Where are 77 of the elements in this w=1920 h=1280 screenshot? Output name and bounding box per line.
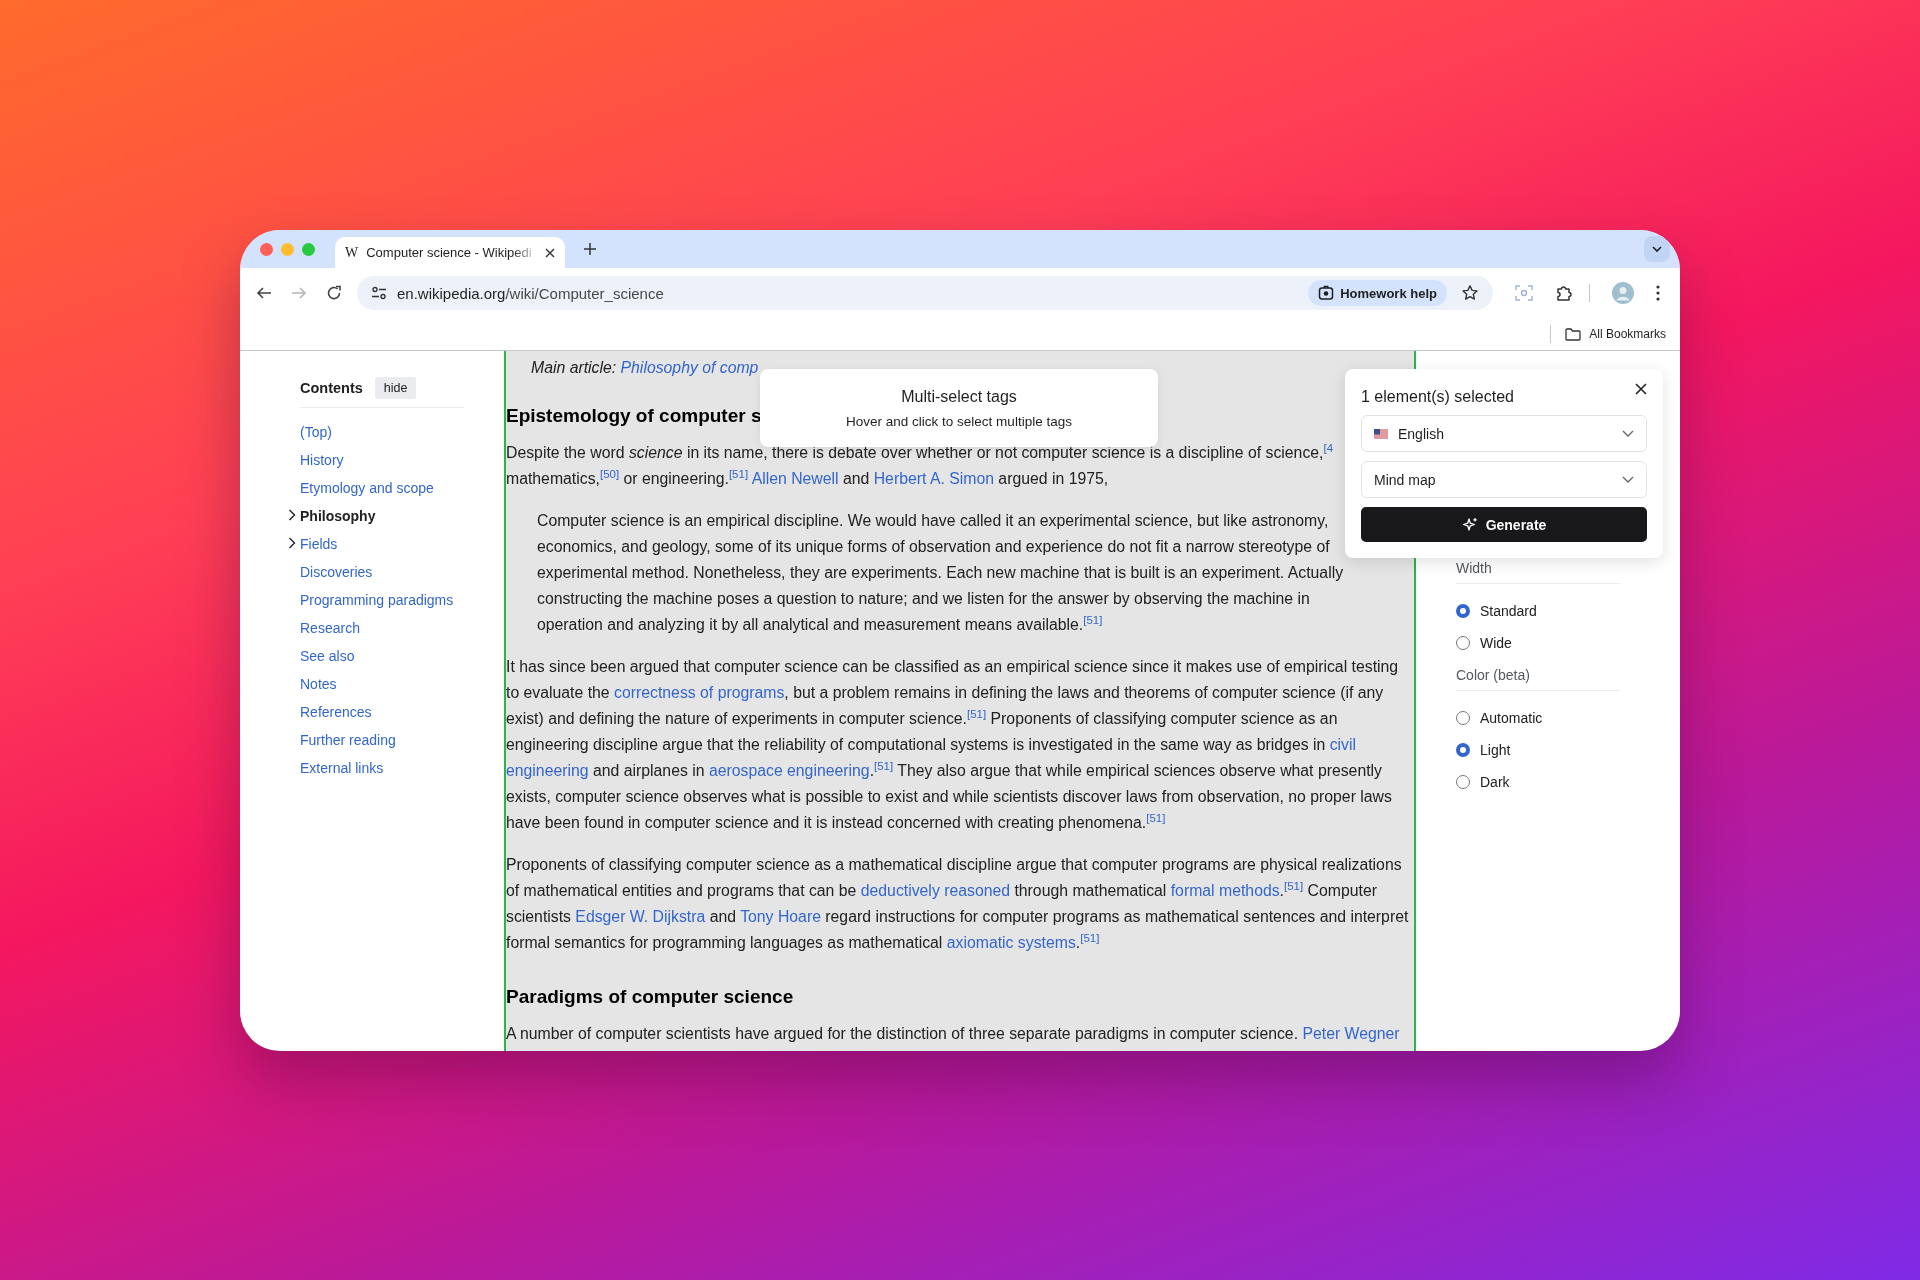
link[interactable]: deductively reasoned <box>860 882 1011 899</box>
link[interactable]: Tony Hoare <box>740 908 821 925</box>
radio-option[interactable]: Wide <box>1456 627 1680 659</box>
close-icon[interactable] <box>1635 383 1647 395</box>
link[interactable]: correctness of programs <box>614 684 785 701</box>
homework-help-button[interactable]: Homework help <box>1308 280 1447 306</box>
chevron-right-icon[interactable] <box>288 537 296 549</box>
paragraph: It has since been argued that computer science can be classified as an empirical science since it makes use of empirical testing to evaluate the correctness of programs, but a problem remains in defining the laws and theorems of computer science (if any exist) and defining the nature of experiments in computer science.$^{[51]}$ Proponents of classifying computer science as an engineering discipline argue that the reliability of computational systems is investigated in the same way as bridges in civil engineering and airplanes in aerospace engineering.$^{[51]}$ They also argue that while empirical sciences observe what presently exists, computer science observes what is possible to exist and while scientists discover laws from observation, no proper laws have been found in computer science and it is instead concerned with creating phenomena.$^{[51]}$ <box>506 657 1400 833</box>
tooltip-text: Hover and click to select multiple tags <box>846 413 1072 429</box>
contents-heading: Contents <box>300 380 363 396</box>
reload-icon[interactable] <box>326 285 342 301</box>
toc-link[interactable]: Etymology and scope <box>300 480 434 496</box>
chevron-down-icon <box>1622 430 1634 437</box>
toc-link[interactable]: See also <box>300 648 355 664</box>
language-dropdown[interactable]: English <box>1361 415 1647 452</box>
radio-button[interactable] <box>1456 636 1470 650</box>
link[interactable]: Philosophy of comp <box>620 359 759 376</box>
link[interactable]: formal methods <box>1170 882 1280 899</box>
site-settings-icon[interactable] <box>371 286 387 300</box>
back-arrow-icon[interactable] <box>256 285 272 301</box>
radio-button[interactable] <box>1456 711 1470 725</box>
tooltip-title: Multi-select tags <box>901 387 1017 406</box>
flag-icon <box>1374 428 1388 439</box>
paragraph: Proponents of classifying computer science as a mathematical discipline argue that computer programs are physical realizations of mathematical entities and programs that can be deductively reasoned through mathematical formal methods.$^{[51]}$ Computer scientists Edsger W. Dijkstra and Tony Hoare regard instructions for computer programs as mathematical sentences and interpret formal semantics for programming languages as mathematical axiomatic systems.$^{[51]}$ <box>506 855 1410 953</box>
toc-link[interactable]: External links <box>300 760 384 776</box>
link[interactable]: aerospace engineering <box>708 762 870 779</box>
section-heading: Paradigms of computer science <box>506 985 794 1009</box>
radio-option[interactable]: Standard <box>1456 595 1680 627</box>
section-heading: Epistemology of computer s <box>506 404 762 428</box>
sparkle-icon <box>1461 516 1478 533</box>
chevron-down-icon[interactable] <box>1644 236 1670 262</box>
radio-button[interactable] <box>1456 743 1470 757</box>
bookmark-star-icon[interactable] <box>1461 284 1479 302</box>
setting-group-heading: Width <box>1456 560 1620 584</box>
link[interactable]: Allen Newell <box>751 470 839 487</box>
close-icon[interactable] <box>545 247 555 258</box>
chevron-down-icon <box>1622 476 1634 483</box>
toc-link[interactable]: Philosophy <box>300 508 376 524</box>
link[interactable]: Peter Wegner <box>1302 1025 1400 1042</box>
toc-link[interactable]: (Top) <box>300 424 332 440</box>
setting-group-heading: Color (beta) <box>1456 667 1620 691</box>
tab-title: Computer science - Wikipedi <box>366 245 533 260</box>
all-bookmarks-button[interactable]: All Bookmarks <box>1565 327 1666 341</box>
link[interactable]: axiomatic systems <box>946 934 1076 951</box>
camera-icon <box>1318 285 1335 301</box>
toc-link[interactable]: Further reading <box>300 732 396 748</box>
favicon-icon: W <box>345 244 359 261</box>
radio-button[interactable] <box>1456 604 1470 618</box>
toc-link[interactable]: Research <box>300 620 360 636</box>
browser-tab[interactable]: W Computer science - Wikipedi <box>335 237 565 268</box>
folder-icon <box>1565 327 1582 341</box>
toc-link[interactable]: Notes <box>300 676 337 692</box>
link[interactable]: Edsger W. Dijkstra <box>575 908 706 925</box>
panel-title: 1 element(s) selected <box>1361 388 1514 406</box>
radio-option[interactable]: Dark <box>1456 766 1680 798</box>
toc-link[interactable]: History <box>300 452 344 468</box>
puzzle-piece-icon[interactable] <box>1555 284 1573 302</box>
more-menu-icon[interactable] <box>1656 285 1660 301</box>
block-quote: Computer science is an empirical discipline. We would have called it an experimental science, but like astronomy, economics, and geology, some of its unique forms of observation and experience do not fit a narrow stereotype of experimental method. Nonetheless, they are experiments. Each new machine that is built is an experiment. Actually constructing the machine poses a question to nature; and we listen for the answer by observing the machine in operation and analyzing it by all analytical and measurement means available.$^{[51]}$ <box>536 511 1345 635</box>
link[interactable]: engineering <box>506 762 589 779</box>
chevron-right-icon[interactable] <box>288 509 296 521</box>
new-tab-plus-icon[interactable] <box>583 242 597 256</box>
radio-option[interactable]: Light <box>1456 734 1680 766</box>
address-bar[interactable]: en.wikipedia.org/wiki/Computer_science Homework help <box>357 276 1493 310</box>
toc-link[interactable]: Discoveries <box>300 564 373 580</box>
paragraph: A number of computer scientists have argued for the distinction of three separate paradigms in computer science. Peter Wegner <box>506 1024 1401 1044</box>
generate-button[interactable]: Generate <box>1361 507 1647 542</box>
radio-button[interactable] <box>1456 775 1470 789</box>
url-text: en.wikipedia.org/wiki/Computer_science <box>397 284 664 302</box>
toc-link[interactable]: Programming paradigms <box>300 592 454 608</box>
toc-link[interactable]: References <box>300 704 372 720</box>
hide-button[interactable]: hide <box>374 377 417 399</box>
link[interactable]: civil <box>1329 736 1356 753</box>
radio-option[interactable]: Automatic <box>1456 702 1680 734</box>
link[interactable]: Herbert A. Simon <box>873 470 994 487</box>
toc-link[interactable]: Fields <box>300 536 338 552</box>
format-dropdown[interactable]: Mind map <box>1361 461 1647 498</box>
